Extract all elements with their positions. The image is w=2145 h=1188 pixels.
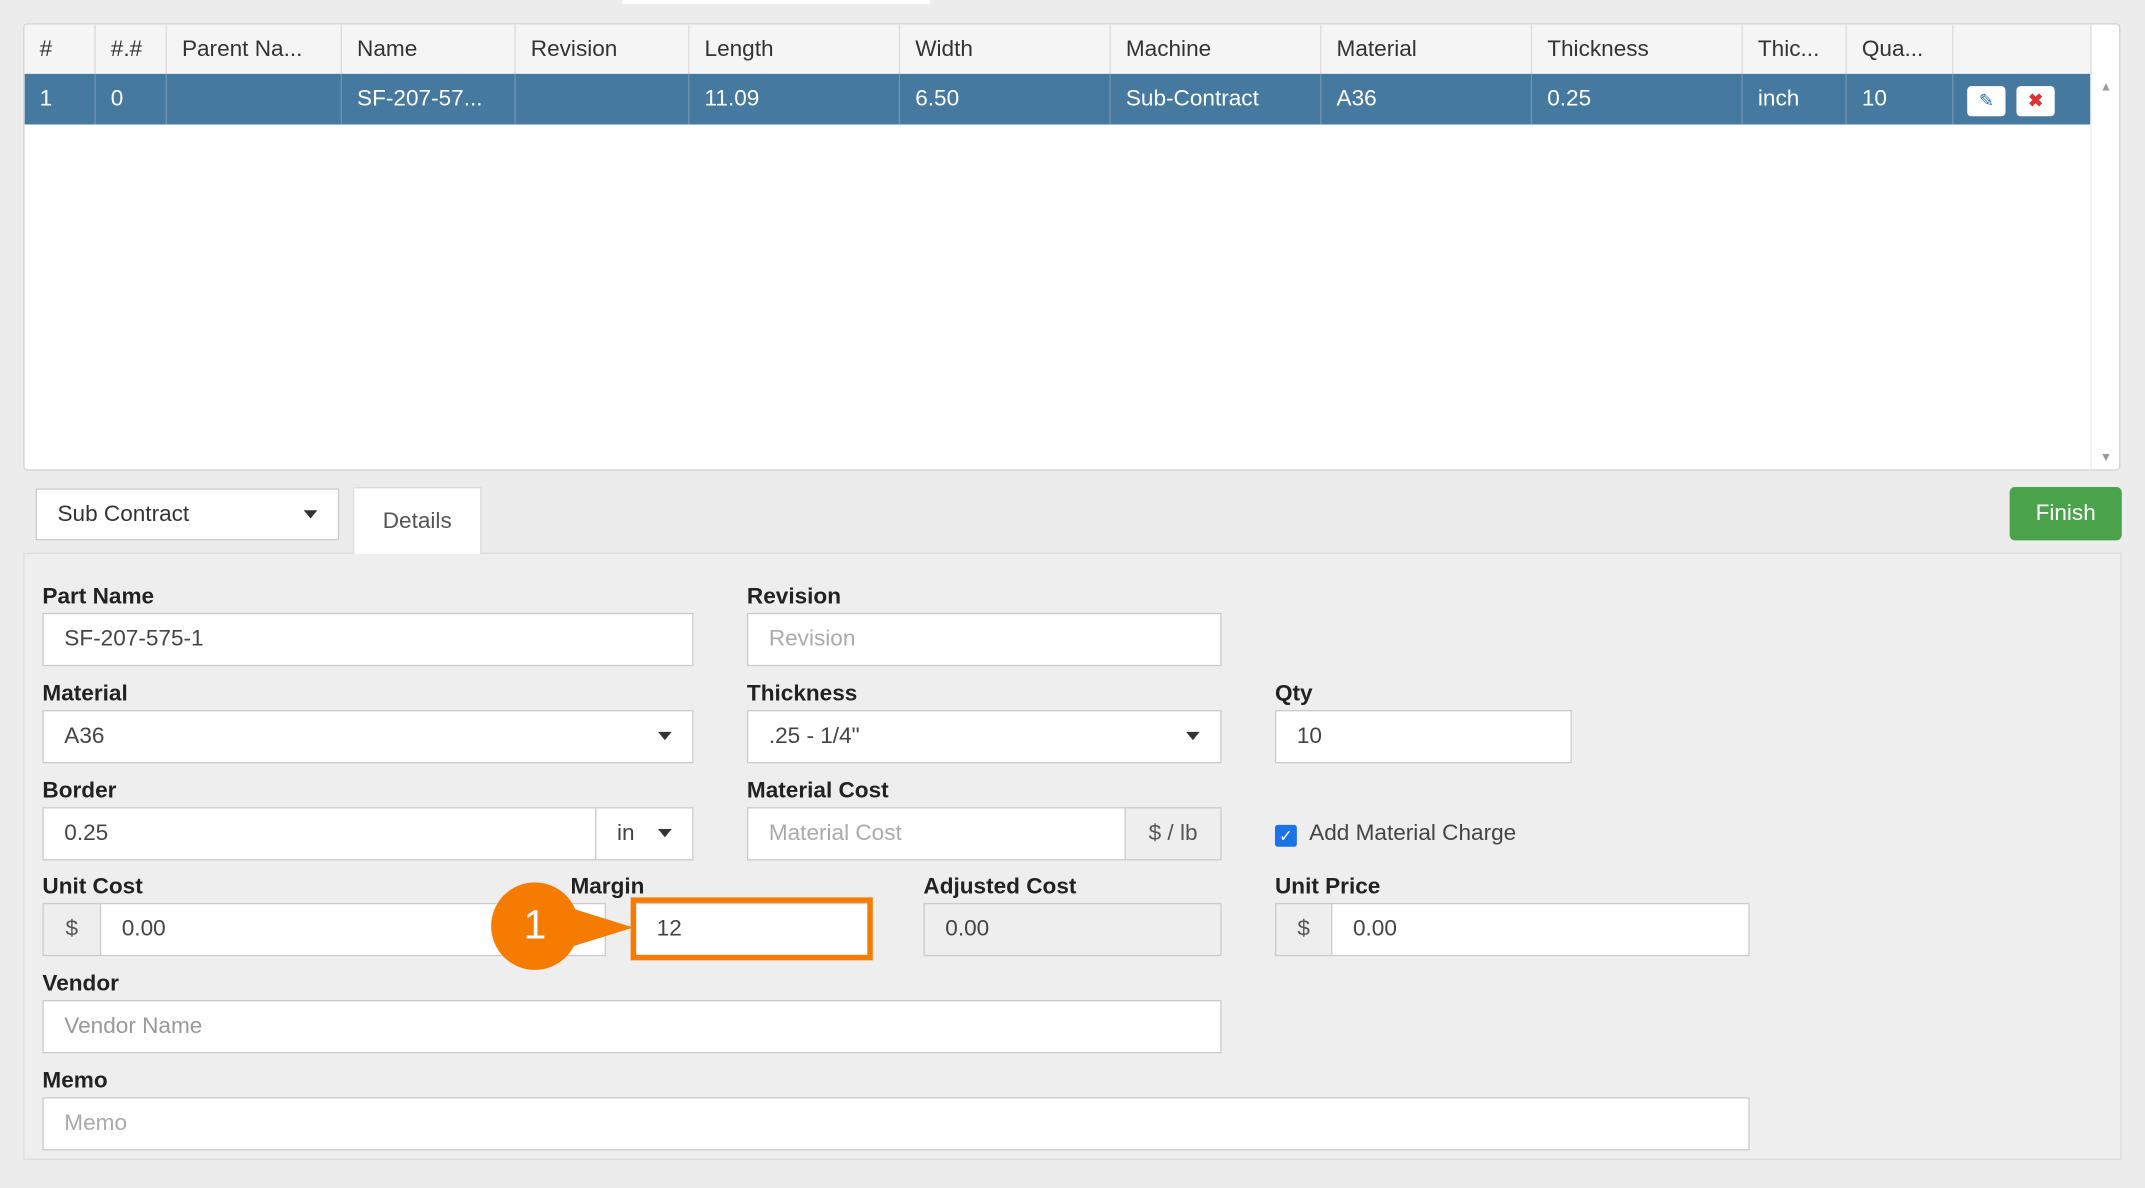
finish-button[interactable]: Finish	[2009, 487, 2122, 541]
thickness-value: .25 - 1/4"	[768, 723, 860, 749]
cell-width: 6.50	[900, 73, 1111, 125]
col-width[interactable]: Width	[900, 24, 1111, 74]
material-cost-input[interactable]: Material Cost	[746, 807, 1126, 861]
vendor-input[interactable]: Vendor Name	[42, 1000, 1222, 1054]
cell-parent-name	[167, 73, 342, 125]
col-parent-name[interactable]: Parent Na...	[167, 24, 342, 74]
col-machine[interactable]: Machine	[1111, 24, 1322, 74]
revision-input[interactable]: Revision	[746, 612, 1222, 667]
scroll-up-icon[interactable]: ▲	[2100, 79, 2112, 93]
cell-actions: ✎ ✖	[1954, 74, 2092, 125]
col-thickness-unit[interactable]: Thic...	[1743, 24, 1847, 74]
grid-scrollbar[interactable]: ▲ ▼	[2090, 73, 2120, 470]
col-subindex[interactable]: #.#	[96, 24, 167, 74]
edit-icon[interactable]: ✎	[1967, 86, 2006, 117]
border-unit-value: in	[616, 820, 635, 846]
process-select[interactable]: Sub Contract	[35, 488, 340, 541]
cell-subindex: 0	[96, 73, 167, 125]
qty-label: Qty	[1274, 681, 1313, 706]
thickness-label: Thickness	[746, 681, 858, 706]
cell-name: SF-207-57...	[342, 73, 516, 125]
border-unit-select[interactable]: in	[595, 807, 694, 861]
material-cost-unit: $ / lb	[1124, 807, 1222, 861]
scroll-down-icon[interactable]: ▼	[2100, 450, 2112, 464]
grid-header: # #.# Parent Na... Name Revision Length …	[24, 24, 2092, 76]
part-name-label: Part Name	[42, 584, 155, 609]
unit-price-label: Unit Price	[1274, 874, 1381, 899]
col-length[interactable]: Length	[689, 24, 901, 74]
revision-label: Revision	[746, 584, 842, 609]
material-label: Material	[42, 681, 128, 706]
col-quantity[interactable]: Qua...	[1847, 24, 1954, 74]
cell-quantity: 10	[1847, 73, 1954, 125]
col-material[interactable]: Material	[1321, 24, 1533, 74]
chevron-down-icon	[1186, 731, 1200, 741]
border-input[interactable]: 0.25	[42, 807, 597, 861]
chevron-down-icon	[658, 731, 672, 741]
material-select[interactable]: A36	[42, 709, 694, 764]
process-select-value: Sub Contract	[57, 502, 190, 527]
unit-price-input[interactable]: 0.00	[1331, 902, 1750, 957]
add-material-charge-label[interactable]: Add Material Charge	[1309, 821, 1516, 847]
material-value: A36	[64, 723, 105, 749]
adjusted-cost-input: 0.00	[923, 902, 1222, 957]
step-callout: 1	[491, 882, 579, 970]
cell-revision	[516, 73, 690, 125]
stage: # #.# Parent Na... Name Revision Length …	[0, 0, 2145, 1188]
unit-cost-label: Unit Cost	[42, 874, 143, 899]
chevron-down-icon	[658, 829, 672, 838]
tab-details[interactable]: Details	[352, 487, 482, 555]
vendor-label: Vendor	[42, 971, 119, 996]
col-name[interactable]: Name	[342, 24, 516, 74]
col-thickness[interactable]: Thickness	[1532, 24, 1743, 74]
col-index[interactable]: #	[25, 24, 96, 74]
cell-index: 1	[25, 73, 96, 125]
chevron-down-icon	[303, 510, 318, 519]
highlight-box	[630, 897, 873, 961]
cell-material: A36	[1321, 73, 1533, 125]
add-material-charge-checkbox[interactable]: ✓	[1274, 824, 1297, 847]
part-name-input[interactable]: SF-207-575-1	[42, 612, 694, 667]
material-cost-label: Material Cost	[746, 778, 889, 804]
memo-input[interactable]: Memo	[42, 1097, 1750, 1151]
adjusted-cost-label: Adjusted Cost	[923, 874, 1077, 899]
border-label: Border	[42, 778, 117, 804]
cell-thickness-unit: inch	[1743, 73, 1847, 125]
delete-icon[interactable]: ✖	[2016, 86, 2055, 117]
col-revision[interactable]: Revision	[516, 24, 690, 74]
margin-label: Margin	[570, 874, 645, 899]
cell-thickness: 0.25	[1532, 73, 1743, 125]
cell-machine: Sub-Contract	[1111, 73, 1322, 125]
unit-cost-prefix: $	[42, 902, 102, 957]
memo-label: Memo	[42, 1068, 108, 1094]
table-row[interactable]: 1 0 SF-207-57... 11.09 6.50 Sub-Contract…	[24, 73, 2092, 125]
unit-price-prefix: $	[1274, 902, 1333, 957]
thickness-select[interactable]: .25 - 1/4"	[746, 709, 1222, 764]
qty-input[interactable]: 10	[1274, 709, 1572, 764]
col-actions	[1954, 24, 2092, 74]
parts-grid: # #.# Parent Na... Name Revision Length …	[23, 23, 2121, 471]
cell-length: 11.09	[689, 73, 901, 125]
top-tab[interactable]	[622, 0, 931, 5]
